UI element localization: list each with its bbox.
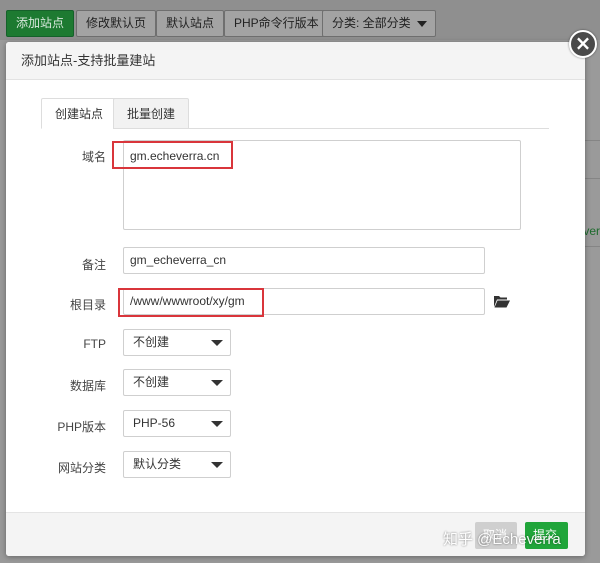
ftp-select[interactable]: 不创建 <box>123 329 231 356</box>
category-filter-select[interactable]: 分类: 全部分类 <box>322 10 436 37</box>
php-version-select[interactable]: PHP-56 <box>123 410 231 437</box>
site-category-select[interactable]: 默认分类 <box>123 451 231 478</box>
root-dir-label: 根目录 <box>69 298 106 312</box>
ftp-label: FTP <box>83 337 106 351</box>
dialog-tabs: 创建站点 批量创建 <box>41 98 549 129</box>
folder-open-icon[interactable] <box>494 295 510 308</box>
database-select[interactable]: 不创建 <box>123 369 231 396</box>
ftp-select-value: 不创建 <box>133 335 170 349</box>
domain-label: 域名 <box>81 150 106 164</box>
php-version-label: PHP版本 <box>57 420 106 434</box>
php-version-select-value: PHP-56 <box>133 416 176 430</box>
category-filter-label: 分类: 全部分类 <box>332 16 411 30</box>
watermark-text: 知乎 @Echeverra <box>443 531 561 548</box>
tab-create-site[interactable]: 创建站点 <box>41 98 118 129</box>
edit-default-page-button[interactable]: 修改默认页 <box>76 10 157 37</box>
chevron-down-icon <box>211 421 223 427</box>
dialog-title: 添加站点-支持批量建站 <box>6 42 585 80</box>
site-category-select-value: 默认分类 <box>133 457 182 471</box>
chevron-down-icon <box>416 20 427 27</box>
remark-value: gm_echeverra_cn <box>130 253 227 267</box>
tab-batch-create[interactable]: 批量创建 <box>113 98 190 129</box>
add-site-dialog: 添加站点-支持批量建站 创建站点 批量创建 域名 gm.echeverra.cn… <box>6 42 585 556</box>
site-category-label: 网站分类 <box>57 461 106 475</box>
remark-input[interactable]: gm_echeverra_cn <box>123 247 485 274</box>
remark-label: 备注 <box>81 258 106 272</box>
root-dir-highlight-box <box>118 288 264 317</box>
chevron-down-icon <box>211 380 223 386</box>
domain-highlight-box <box>112 141 233 169</box>
background-row-text: ver <box>583 224 600 238</box>
default-site-button[interactable]: 默认站点 <box>156 10 225 37</box>
database-label: 数据库 <box>69 379 106 393</box>
close-icon[interactable]: × <box>569 30 597 58</box>
php-cli-version-button[interactable]: PHP命令行版本 <box>224 10 329 37</box>
add-site-button[interactable]: 添加站点 <box>6 10 75 37</box>
chevron-down-icon <box>211 462 223 468</box>
database-select-value: 不创建 <box>133 375 170 389</box>
chevron-down-icon <box>211 340 223 346</box>
